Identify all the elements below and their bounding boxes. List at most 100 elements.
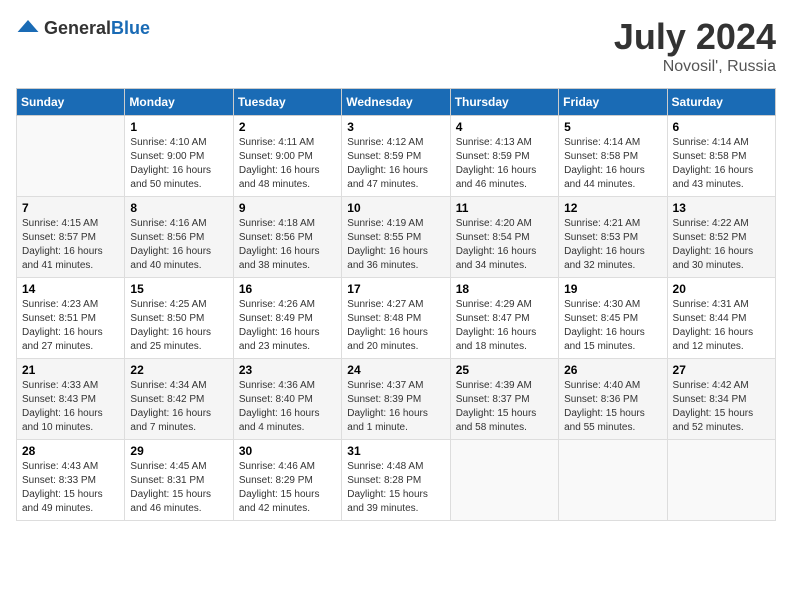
day-number: 21 [22, 363, 119, 377]
day-info: Sunrise: 4:34 AM Sunset: 8:42 PM Dayligh… [130, 379, 227, 435]
day-number: 27 [673, 363, 770, 377]
table-row: 15 Sunrise: 4:25 AM Sunset: 8:50 PM Dayli… [125, 278, 233, 359]
table-row: 12 Sunrise: 4:21 AM Sunset: 8:53 PM Dayli… [559, 197, 667, 278]
calendar-week-row: 7 Sunrise: 4:15 AM Sunset: 8:57 PM Daylig… [17, 197, 776, 278]
day-info: Sunrise: 4:33 AM Sunset: 8:43 PM Dayligh… [22, 379, 119, 435]
day-info: Sunrise: 4:16 AM Sunset: 8:56 PM Dayligh… [130, 217, 227, 273]
day-number: 15 [130, 282, 227, 296]
day-number: 4 [456, 120, 553, 134]
day-number: 9 [239, 201, 336, 215]
day-info: Sunrise: 4:40 AM Sunset: 8:36 PM Dayligh… [564, 379, 661, 435]
col-thursday: Thursday [450, 89, 558, 116]
day-info: Sunrise: 4:15 AM Sunset: 8:57 PM Dayligh… [22, 217, 119, 273]
day-info: Sunrise: 4:27 AM Sunset: 8:48 PM Dayligh… [347, 298, 444, 354]
table-row: 21 Sunrise: 4:33 AM Sunset: 8:43 PM Dayli… [17, 359, 125, 440]
table-row: 26 Sunrise: 4:40 AM Sunset: 8:36 PM Dayli… [559, 359, 667, 440]
day-info: Sunrise: 4:11 AM Sunset: 9:00 PM Dayligh… [239, 136, 336, 192]
col-wednesday: Wednesday [342, 89, 450, 116]
day-number: 5 [564, 120, 661, 134]
table-row: 18 Sunrise: 4:29 AM Sunset: 8:47 PM Dayli… [450, 278, 558, 359]
day-info: Sunrise: 4:20 AM Sunset: 8:54 PM Dayligh… [456, 217, 553, 273]
day-info: Sunrise: 4:42 AM Sunset: 8:34 PM Dayligh… [673, 379, 770, 435]
logo-general: General [44, 18, 111, 38]
day-number: 3 [347, 120, 444, 134]
day-number: 18 [456, 282, 553, 296]
day-number: 7 [22, 201, 119, 215]
day-info: Sunrise: 4:25 AM Sunset: 8:50 PM Dayligh… [130, 298, 227, 354]
day-number: 1 [130, 120, 227, 134]
table-row: 4 Sunrise: 4:13 AM Sunset: 8:59 PM Daylig… [450, 116, 558, 197]
day-number: 25 [456, 363, 553, 377]
calendar-title: July 2024 [614, 16, 776, 58]
day-number: 20 [673, 282, 770, 296]
table-row: 16 Sunrise: 4:26 AM Sunset: 8:49 PM Dayli… [233, 278, 341, 359]
table-row: 22 Sunrise: 4:34 AM Sunset: 8:42 PM Dayli… [125, 359, 233, 440]
title-block: July 2024 Novosil', Russia [614, 16, 776, 76]
day-info: Sunrise: 4:22 AM Sunset: 8:52 PM Dayligh… [673, 217, 770, 273]
col-sunday: Sunday [17, 89, 125, 116]
table-row [559, 440, 667, 521]
day-info: Sunrise: 4:14 AM Sunset: 8:58 PM Dayligh… [673, 136, 770, 192]
day-info: Sunrise: 4:45 AM Sunset: 8:31 PM Dayligh… [130, 460, 227, 516]
day-number: 19 [564, 282, 661, 296]
day-number: 12 [564, 201, 661, 215]
calendar-week-row: 14 Sunrise: 4:23 AM Sunset: 8:51 PM Dayli… [17, 278, 776, 359]
calendar-week-row: 21 Sunrise: 4:33 AM Sunset: 8:43 PM Dayli… [17, 359, 776, 440]
col-saturday: Saturday [667, 89, 775, 116]
table-row: 1 Sunrise: 4:10 AM Sunset: 9:00 PM Daylig… [125, 116, 233, 197]
col-friday: Friday [559, 89, 667, 116]
day-number: 24 [347, 363, 444, 377]
day-info: Sunrise: 4:43 AM Sunset: 8:33 PM Dayligh… [22, 460, 119, 516]
day-number: 23 [239, 363, 336, 377]
table-row [450, 440, 558, 521]
day-info: Sunrise: 4:14 AM Sunset: 8:58 PM Dayligh… [564, 136, 661, 192]
calendar-header-row: Sunday Monday Tuesday Wednesday Thursday… [17, 89, 776, 116]
table-row: 8 Sunrise: 4:16 AM Sunset: 8:56 PM Daylig… [125, 197, 233, 278]
table-row: 5 Sunrise: 4:14 AM Sunset: 8:58 PM Daylig… [559, 116, 667, 197]
day-info: Sunrise: 4:12 AM Sunset: 8:59 PM Dayligh… [347, 136, 444, 192]
day-number: 16 [239, 282, 336, 296]
day-info: Sunrise: 4:39 AM Sunset: 8:37 PM Dayligh… [456, 379, 553, 435]
table-row: 19Sunrise: 4:30 AM Sunset: 8:45 PM Dayli… [559, 278, 667, 359]
day-info: Sunrise: 4:21 AM Sunset: 8:53 PM Dayligh… [564, 217, 661, 273]
day-info: Sunrise: 4:23 AM Sunset: 8:51 PM Dayligh… [22, 298, 119, 354]
day-number: 22 [130, 363, 227, 377]
day-info: Sunrise: 4:37 AM Sunset: 8:39 PM Dayligh… [347, 379, 444, 435]
table-row: 20 Sunrise: 4:31 AM Sunset: 8:44 PM Dayli… [667, 278, 775, 359]
table-row: 23 Sunrise: 4:36 AM Sunset: 8:40 PM Dayli… [233, 359, 341, 440]
day-info: Sunrise: 4:31 AM Sunset: 8:44 PM Dayligh… [673, 298, 770, 354]
table-row: 30Sunrise: 4:46 AM Sunset: 8:29 PM Dayli… [233, 440, 341, 521]
day-info: Sunrise: 4:29 AM Sunset: 8:47 PM Dayligh… [456, 298, 553, 354]
table-row: 31 Sunrise: 4:48 AM Sunset: 8:28 PM Dayli… [342, 440, 450, 521]
day-info: Sunrise: 4:46 AM Sunset: 8:29 PM Dayligh… [239, 460, 336, 516]
day-number: 8 [130, 201, 227, 215]
day-number: 17 [347, 282, 444, 296]
table-row: 7 Sunrise: 4:15 AM Sunset: 8:57 PM Daylig… [17, 197, 125, 278]
day-number: 28 [22, 444, 119, 458]
table-row: 29Sunrise: 4:45 AM Sunset: 8:31 PM Dayli… [125, 440, 233, 521]
table-row: 9 Sunrise: 4:18 AM Sunset: 8:56 PM Daylig… [233, 197, 341, 278]
day-info: Sunrise: 4:26 AM Sunset: 8:49 PM Dayligh… [239, 298, 336, 354]
day-info: Sunrise: 4:13 AM Sunset: 8:59 PM Dayligh… [456, 136, 553, 192]
day-number: 26 [564, 363, 661, 377]
day-info: Sunrise: 4:19 AM Sunset: 8:55 PM Dayligh… [347, 217, 444, 273]
day-number: 6 [673, 120, 770, 134]
calendar-table: Sunday Monday Tuesday Wednesday Thursday… [16, 88, 776, 521]
calendar-location: Novosil', Russia [614, 58, 776, 76]
day-number: 31 [347, 444, 444, 458]
table-row [17, 116, 125, 197]
day-info: Sunrise: 4:36 AM Sunset: 8:40 PM Dayligh… [239, 379, 336, 435]
calendar-week-row: 28 Sunrise: 4:43 AM Sunset: 8:33 PM Dayli… [17, 440, 776, 521]
day-number: 14 [22, 282, 119, 296]
day-info: Sunrise: 4:10 AM Sunset: 9:00 PM Dayligh… [130, 136, 227, 192]
table-row: 2Sunrise: 4:11 AM Sunset: 9:00 PM Daylig… [233, 116, 341, 197]
day-info: Sunrise: 4:18 AM Sunset: 8:56 PM Dayligh… [239, 217, 336, 273]
table-row: 25 Sunrise: 4:39 AM Sunset: 8:37 PM Dayli… [450, 359, 558, 440]
calendar-week-row: 1 Sunrise: 4:10 AM Sunset: 9:00 PM Daylig… [17, 116, 776, 197]
table-row: 11Sunrise: 4:20 AM Sunset: 8:54 PM Dayli… [450, 197, 558, 278]
table-row: 3 Sunrise: 4:12 AM Sunset: 8:59 PM Daylig… [342, 116, 450, 197]
table-row: 27 Sunrise: 4:42 AM Sunset: 8:34 PM Dayli… [667, 359, 775, 440]
table-row: 10Sunrise: 4:19 AM Sunset: 8:55 PM Dayli… [342, 197, 450, 278]
day-info: Sunrise: 4:48 AM Sunset: 8:28 PM Dayligh… [347, 460, 444, 516]
table-row: 17 Sunrise: 4:27 AM Sunset: 8:48 PM Dayli… [342, 278, 450, 359]
